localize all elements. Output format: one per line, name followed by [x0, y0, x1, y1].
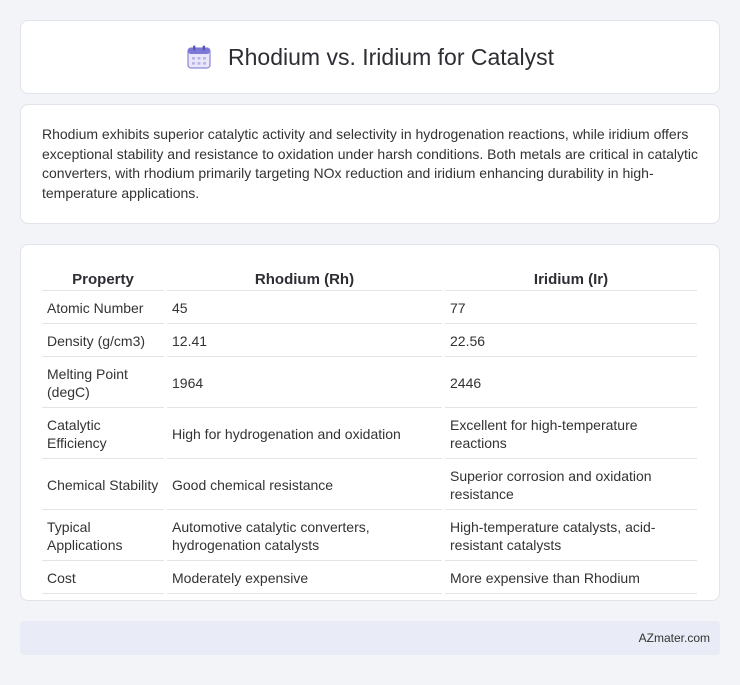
header-rhodium: Rhodium (Rh)	[167, 267, 442, 291]
iridium-cell: 2446	[445, 359, 697, 408]
table-row: Atomic Number 45 77	[42, 293, 697, 324]
property-cell: Catalytic Efficiency	[42, 410, 164, 459]
header-property: Property	[42, 267, 164, 291]
title-card: Rhodium vs. Iridium for Catalyst	[20, 20, 720, 94]
intro-paragraph: Rhodium exhibits superior catalytic acti…	[42, 126, 699, 201]
iridium-cell: 22.56	[445, 326, 697, 357]
table-row: Cost Moderately expensive More expensive…	[42, 563, 697, 594]
rhodium-cell: Good chemical resistance	[167, 461, 442, 510]
property-cell: Chemical Stability	[42, 461, 164, 510]
rhodium-cell: 12.41	[167, 326, 442, 357]
comparison-table: Property Rhodium (Rh) Iridium (Ir) Atomi…	[39, 265, 700, 596]
table-row: Catalytic Efficiency High for hydrogenat…	[42, 410, 697, 459]
table-row: Typical Applications Automotive catalyti…	[42, 512, 697, 561]
title-wrap: Rhodium vs. Iridium for Catalyst	[186, 44, 554, 71]
rhodium-cell: 1964	[167, 359, 442, 408]
property-cell: Cost	[42, 563, 164, 594]
table-row: Melting Point (degC) 1964 2446	[42, 359, 697, 408]
rhodium-cell: High for hydrogenation and oxidation	[167, 410, 442, 459]
iridium-cell: 77	[445, 293, 697, 324]
property-cell: Atomic Number	[42, 293, 164, 324]
rhodium-cell: Moderately expensive	[167, 563, 442, 594]
calendar-icon	[186, 44, 212, 70]
property-cell: Density (g/cm3)	[42, 326, 164, 357]
table-header-row: Property Rhodium (Rh) Iridium (Ir)	[42, 267, 697, 291]
table-row: Density (g/cm3) 12.41 22.56	[42, 326, 697, 357]
table-row: Chemical Stability Good chemical resista…	[42, 461, 697, 510]
iridium-cell: Excellent for high-temperature reactions	[445, 410, 697, 459]
property-cell: Typical Applications	[42, 512, 164, 561]
rhodium-cell: 45	[167, 293, 442, 324]
rhodium-cell: Automotive catalytic converters, hydroge…	[167, 512, 442, 561]
footer-site-link[interactable]: AZmater.com	[639, 631, 710, 645]
iridium-cell: Superior corrosion and oxidation resista…	[445, 461, 697, 510]
table-card: Property Rhodium (Rh) Iridium (Ir) Atomi…	[20, 244, 720, 601]
property-cell: Melting Point (degC)	[42, 359, 164, 408]
iridium-cell: More expensive than Rhodium	[445, 563, 697, 594]
header-iridium: Iridium (Ir)	[445, 267, 697, 291]
iridium-cell: High-temperature catalysts, acid-resista…	[445, 512, 697, 561]
intro-card: Rhodium exhibits superior catalytic acti…	[20, 104, 720, 224]
footer-bar: AZmater.com	[20, 621, 720, 655]
page-title: Rhodium vs. Iridium for Catalyst	[228, 43, 554, 70]
